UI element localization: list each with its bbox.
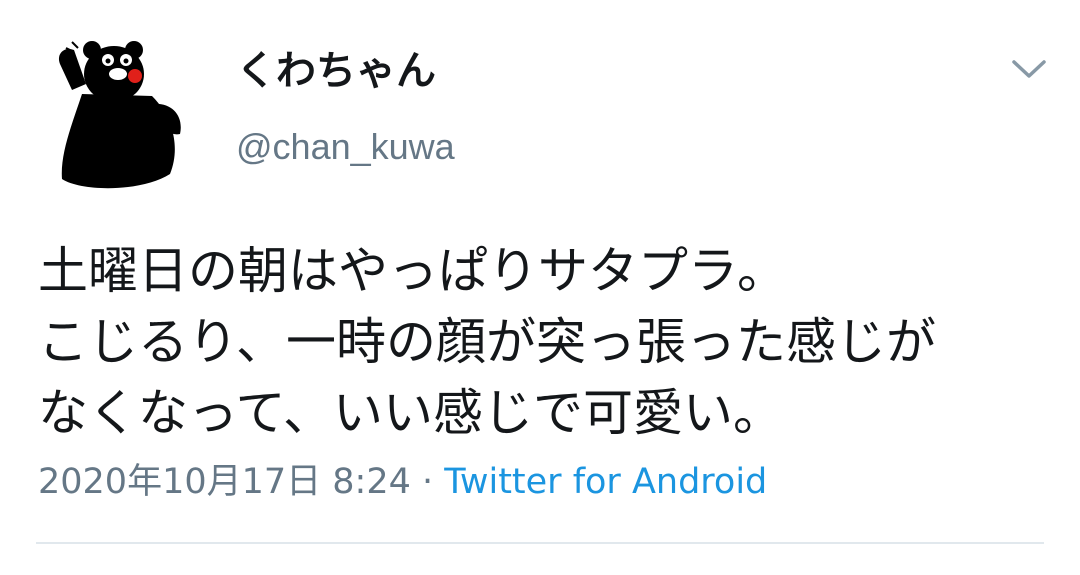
tweet-text: 土曜日の朝はやっぱりサタプラ。 こじるり、一時の顔が突っ張った感じが なくなって…: [38, 236, 1058, 449]
tweet-menu-button[interactable]: [1008, 52, 1050, 86]
tweet-meta: 2020年10月17日 8:24 · Twitter for Android: [38, 459, 767, 505]
avatar[interactable]: [42, 24, 202, 194]
tweet-source-link[interactable]: Twitter for Android: [444, 462, 767, 502]
tweet-text-line: こじるり、一時の顔が突っ張った感じが: [38, 313, 936, 371]
user-handle[interactable]: @chan_kuwa: [236, 124, 455, 170]
tweet-text-line: なくなって、いい感じで可愛い。: [38, 384, 783, 442]
divider: [36, 542, 1044, 544]
meta-separator: ·: [410, 462, 445, 502]
chevron-down-icon: [1012, 60, 1046, 78]
tweet-card: くわちゃん @chan_kuwa 土曜日の朝はやっぱりサタプラ。 こじるり、一時…: [0, 0, 1080, 575]
tweet-text-line: 土曜日の朝はやっぱりサタプラ。: [38, 242, 787, 300]
display-name[interactable]: くわちゃん: [236, 46, 436, 96]
tweet-timestamp[interactable]: 2020年10月17日 8:24: [38, 462, 411, 502]
bear-mascot-icon: [58, 41, 181, 189]
